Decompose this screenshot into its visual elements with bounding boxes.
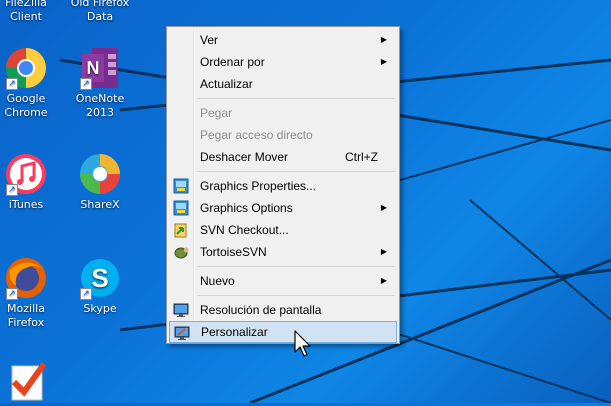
menu-item-label: Graphics Options [200, 201, 293, 215]
icon-label: Firefox [7, 316, 45, 329]
svn-checkout-icon [173, 222, 189, 238]
menu-item-ordenar-por[interactable]: Ordenar por ▶ [169, 51, 397, 73]
submenu-arrow-icon: ▶ [380, 57, 387, 66]
desktop-icon-sharex[interactable]: ShareX [64, 152, 136, 212]
menu-item-label: Actualizar [200, 77, 253, 91]
menu-item-label: TortoiseSVN [200, 245, 267, 259]
menu-item-resolucion-de-pantalla[interactable]: Resolución de pantalla [169, 299, 397, 321]
checkmark-app-icon [4, 358, 48, 402]
menu-item-label: Deshacer Mover [200, 150, 289, 164]
menu-item-label: Ver [200, 33, 219, 47]
svg-text:S: S [91, 263, 108, 293]
mouse-cursor-icon [294, 330, 311, 357]
desktop-context-menu: Ver ▶ Ordenar por ▶ Actualizar Pegar Peg… [166, 26, 400, 344]
desktop-icon-itunes[interactable]: ↗ iTunes [0, 152, 62, 212]
icon-label: Mozilla [7, 302, 45, 315]
menu-separator [197, 98, 395, 99]
shortcut-arrow-icon: ↗ [6, 288, 18, 300]
shortcut-arrow-icon: ↗ [80, 288, 92, 300]
menu-item-deshacer-mover[interactable]: Deshacer Mover Ctrl+Z [169, 146, 397, 168]
desktop-icon-mozilla-firefox[interactable]: ↗ Mozilla Firefox [0, 256, 62, 330]
desktop-icon-old-firefox-data[interactable]: Old Firefox Data [64, 0, 136, 24]
itunes-icon: ↗ [4, 152, 48, 196]
shortcut-arrow-icon: ↗ [6, 184, 18, 196]
icon-label: FileZilla [5, 0, 47, 9]
firefox-icon: ↗ [4, 256, 48, 300]
menu-item-label: SVN Checkout... [200, 223, 289, 237]
icon-label: Client [10, 10, 42, 23]
menu-item-label: Resolución de pantalla [200, 303, 322, 317]
icon-label: 2013 [86, 106, 114, 119]
icon-label: OneNote [75, 92, 125, 105]
desktop-icon-google-chrome[interactable]: ↗ Google Chrome [0, 46, 62, 120]
icon-label: Skype [83, 302, 117, 315]
submenu-arrow-icon: ▶ [380, 203, 387, 212]
menu-item-label: Nuevo [200, 274, 235, 288]
menu-item-svn-checkout[interactable]: SVN Checkout... [169, 219, 397, 241]
submenu-arrow-icon: ▶ [380, 276, 387, 285]
sharex-icon [78, 152, 122, 196]
shortcut-arrow-icon: ↗ [80, 78, 92, 90]
shortcut-arrow-icon: ↗ [6, 78, 18, 90]
desktop-icon-skype[interactable]: S ↗ Skype [64, 256, 136, 316]
display-resolution-icon [173, 302, 189, 318]
icon-label: Data [86, 10, 114, 23]
menu-separator [197, 295, 395, 296]
menu-item-graphics-properties[interactable]: Graphics Properties... [169, 175, 397, 197]
desktop-icon-onenote[interactable]: N ↗ OneNote 2013 [64, 46, 136, 120]
menu-item-graphics-options[interactable]: Graphics Options ▶ [169, 197, 397, 219]
chrome-icon: ↗ [4, 46, 48, 90]
icon-label: iTunes [8, 198, 44, 211]
icon-label: Google [6, 92, 46, 105]
menu-separator [197, 266, 395, 267]
menu-item-label: Personalizar [201, 325, 268, 339]
menu-item-nuevo[interactable]: Nuevo ▶ [169, 270, 397, 292]
submenu-arrow-icon: ▶ [380, 35, 387, 44]
graphics-options-icon [173, 200, 189, 216]
submenu-arrow-icon: ▶ [380, 247, 387, 256]
tortoisesvn-icon [173, 244, 189, 260]
menu-item-ver[interactable]: Ver ▶ [169, 29, 397, 51]
menu-item-actualizar[interactable]: Actualizar [169, 73, 397, 95]
svg-text:N: N [87, 58, 100, 78]
desktop-icon-filezilla[interactable]: FileZilla Client [0, 0, 62, 24]
menu-item-personalizar[interactable]: Personalizar [169, 321, 397, 343]
menu-item-label: Ordenar por [200, 55, 265, 69]
menu-item-tortoisesvn[interactable]: TortoiseSVN ▶ [169, 241, 397, 263]
menu-item-label: Pegar [200, 106, 233, 120]
desktop-icon-partial[interactable] [0, 358, 62, 404]
graphics-properties-icon [173, 178, 189, 194]
menu-item-pegar-acceso-directo[interactable]: Pegar acceso directo [169, 124, 397, 146]
onenote-icon: N ↗ [78, 46, 122, 90]
skype-icon: S ↗ [78, 256, 122, 300]
menu-item-shortcut: Ctrl+Z [345, 150, 378, 164]
menu-separator [197, 171, 395, 172]
personalize-icon [174, 325, 190, 341]
menu-item-label: Pegar acceso directo [200, 128, 313, 142]
icon-label: ShareX [80, 198, 120, 211]
menu-item-label: Graphics Properties... [200, 179, 317, 193]
icon-label: Old Firefox [70, 0, 130, 9]
icon-label: Chrome [4, 106, 48, 119]
menu-item-pegar[interactable]: Pegar [169, 102, 397, 124]
